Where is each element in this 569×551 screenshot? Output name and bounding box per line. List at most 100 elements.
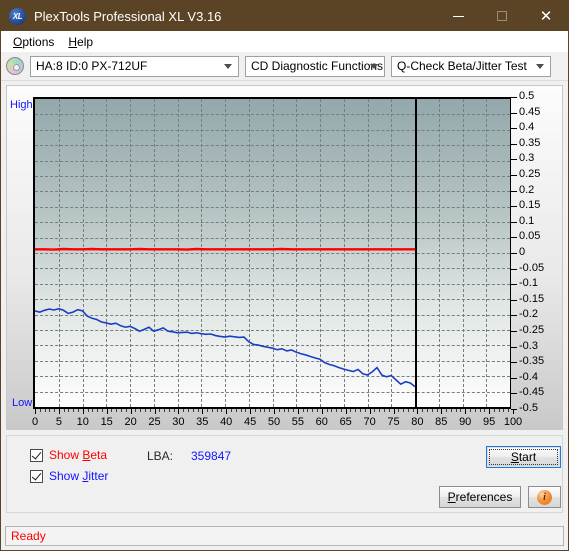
drive-select-value: HA:8 ID:0 PX-712UF bbox=[36, 59, 148, 73]
x-axis-tick-minor bbox=[187, 409, 189, 412]
x-axis-tick-minor bbox=[484, 409, 486, 412]
x-axis-tick-minor bbox=[230, 409, 232, 412]
x-axis-tick-label: 70 bbox=[363, 416, 376, 428]
show-jitter-row[interactable]: Show Jitter bbox=[30, 469, 108, 483]
maximize-icon[interactable] bbox=[480, 1, 524, 31]
x-axis-tick-label: 15 bbox=[100, 416, 113, 428]
x-axis-tick-label: 20 bbox=[124, 416, 137, 428]
x-axis-tick bbox=[274, 409, 275, 414]
x-axis-tick bbox=[106, 409, 108, 414]
x-axis-tick-minor bbox=[403, 409, 405, 412]
x-axis-tick-label: 100 bbox=[503, 416, 523, 428]
x-axis-tick bbox=[58, 409, 60, 414]
x-axis-tick-minor bbox=[173, 409, 175, 412]
preferences-button[interactable]: Preferences bbox=[439, 486, 521, 508]
menu-item-help[interactable]: Help bbox=[62, 34, 101, 50]
start-button-label: Start bbox=[510, 450, 537, 464]
controls-panel: Show Beta Show Jitter LBA: 359847 Start … bbox=[6, 435, 563, 513]
y-axis-tick bbox=[511, 377, 517, 379]
start-button[interactable]: Start bbox=[486, 446, 561, 468]
y-axis-tick bbox=[511, 206, 517, 208]
x-axis-tick bbox=[321, 409, 323, 414]
x-axis-tick bbox=[154, 409, 156, 414]
x-axis-tick-label: 45 bbox=[243, 416, 257, 428]
x-axis-tick-minor bbox=[307, 409, 309, 412]
x-axis-tick-minor bbox=[336, 409, 338, 412]
show-jitter-checkbox[interactable] bbox=[30, 469, 43, 483]
application-window: XL PlexTools Professional XL V3.16 ✕ Opt… bbox=[0, 0, 569, 551]
x-axis-tick-minor bbox=[44, 409, 46, 412]
close-icon[interactable]: ✕ bbox=[524, 1, 568, 31]
test-select-value: Q-Check Beta/Jitter Test bbox=[397, 59, 527, 73]
y-axis-tick bbox=[511, 253, 517, 254]
x-axis-tick bbox=[465, 409, 467, 414]
drive-select[interactable]: HA:8 ID:0 PX-712UF bbox=[30, 55, 239, 77]
x-axis-tick-minor bbox=[455, 409, 457, 412]
x-axis-tick-minor bbox=[340, 409, 342, 412]
x-axis-tick-minor bbox=[302, 409, 304, 412]
show-beta-checkbox[interactable] bbox=[30, 448, 43, 462]
x-axis-tick bbox=[441, 409, 443, 414]
x-axis-tick-minor bbox=[269, 409, 271, 412]
x-axis-tick-minor bbox=[116, 409, 118, 412]
x-axis-tick-minor bbox=[283, 409, 285, 412]
x-axis-tick-minor bbox=[192, 409, 194, 412]
x-axis-tick-minor bbox=[245, 409, 247, 412]
x-axis-tick-minor bbox=[183, 409, 185, 412]
x-axis-tick bbox=[226, 409, 228, 414]
test-select[interactable]: Q-Check Beta/Jitter Test bbox=[391, 55, 551, 77]
x-axis-tick-minor bbox=[149, 409, 151, 412]
x-axis-tick-label: 90 bbox=[459, 416, 472, 428]
y-axis-tick bbox=[511, 346, 517, 348]
minimize-icon[interactable] bbox=[436, 1, 480, 31]
y-axis-tick bbox=[511, 362, 517, 364]
window-controls: ✕ bbox=[436, 1, 568, 31]
x-axis-tick-label: 95 bbox=[482, 416, 496, 428]
x-axis-tick-label: 40 bbox=[220, 416, 233, 428]
x-axis-tick-minor bbox=[73, 409, 75, 412]
x-axis-tick bbox=[369, 409, 371, 414]
y-axis-tick bbox=[511, 299, 517, 301]
y-axis: 0.5 0.45 0.4 0.35 0.3 0.25 0.2 0.15 0.1 0.05 0 -0.0… bbox=[511, 91, 568, 414]
menu-item-options[interactable]: Options bbox=[7, 34, 62, 50]
x-axis-tick-minor bbox=[422, 409, 424, 412]
x-axis-tick-minor bbox=[63, 409, 65, 412]
y-axis-tick-label: -0.2 bbox=[519, 308, 538, 321]
show-beta-row[interactable]: Show Beta bbox=[30, 448, 107, 462]
x-axis-tick-label: 0 bbox=[31, 416, 39, 428]
chevron-down-icon bbox=[224, 64, 232, 69]
y-axis-tick-label: -0.3 bbox=[519, 339, 538, 352]
x-axis-tick bbox=[130, 409, 132, 414]
title-bar: XL PlexTools Professional XL V3.16 ✕ bbox=[1, 1, 568, 31]
x-axis-tick-minor bbox=[326, 409, 328, 412]
x-axis-tick-minor bbox=[312, 409, 314, 412]
x-axis-tick-minor bbox=[49, 409, 51, 412]
series-jitter bbox=[35, 309, 415, 387]
info-button[interactable]: i bbox=[528, 486, 561, 508]
menu-item-options-label: ptions bbox=[22, 34, 55, 49]
x-axis-tick-minor bbox=[54, 409, 56, 412]
x-axis-tick-minor bbox=[221, 409, 223, 412]
x-axis-tick-minor bbox=[216, 409, 218, 412]
x-axis-tick-minor bbox=[68, 409, 70, 412]
y-axis-tick bbox=[511, 221, 517, 223]
x-axis-tick-minor bbox=[379, 409, 381, 412]
x-axis-tick-label: 5 bbox=[55, 416, 62, 428]
x-axis-tick-minor bbox=[407, 409, 409, 412]
function-select[interactable]: CD Diagnostic Functions bbox=[245, 55, 385, 77]
x-axis-tick-minor bbox=[39, 409, 41, 412]
x-axis-tick-minor bbox=[450, 409, 452, 412]
x-axis-tick-minor bbox=[240, 409, 242, 412]
x-axis-tick-minor bbox=[364, 409, 366, 412]
x-axis-tick-label: 65 bbox=[339, 416, 352, 428]
y-axis-tick bbox=[511, 190, 517, 192]
y-axis-tick-label: 0.45 bbox=[519, 105, 541, 118]
y-axis-tick bbox=[511, 331, 517, 332]
x-axis-tick-minor bbox=[493, 409, 495, 412]
info-icon: i bbox=[537, 489, 552, 505]
x-axis-tick-minor bbox=[426, 409, 428, 412]
x-axis-tick-minor bbox=[431, 409, 433, 412]
lba-label: LBA: bbox=[147, 449, 174, 463]
chart-panel: High Low 0.5 0.45 0.4 0.35 0.3 0.25 0.2 0.15 0.1… bbox=[6, 85, 563, 430]
chevron-down-icon bbox=[536, 64, 544, 69]
